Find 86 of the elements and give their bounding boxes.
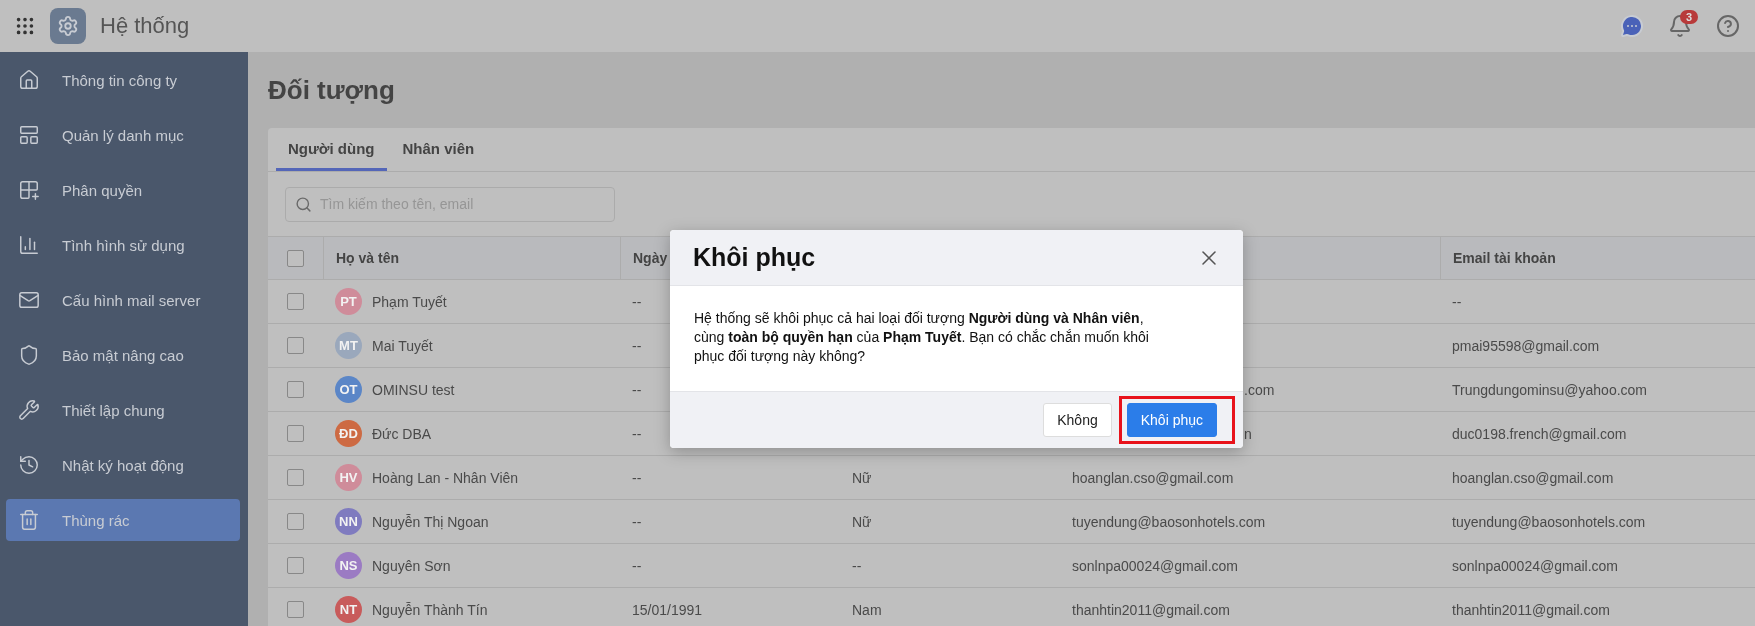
- table-cell: thanhtin2011@gmail.com: [1072, 601, 1230, 618]
- avatar: MT: [335, 332, 362, 359]
- table-cell: Đức DBA: [372, 425, 432, 442]
- column-header[interactable]: Email tài khoản: [1440, 237, 1755, 279]
- avatar: NT: [335, 596, 362, 623]
- table-cell: Trungdungominsu@yahoo.com: [1452, 381, 1648, 398]
- table-cell: sonlnpa00024@gmail.com: [1072, 557, 1238, 574]
- checkbox[interactable]: [287, 557, 304, 574]
- search-icon: [295, 195, 312, 213]
- table-cell: hoanglan.cso@gmail.com: [1452, 469, 1614, 486]
- cancel-button[interactable]: Không: [1043, 403, 1112, 437]
- table-cell: tuyendung@baosonhotels.com: [1072, 513, 1266, 530]
- app-title: Hệ thống: [100, 13, 190, 39]
- sidebar-item[interactable]: Cấu hình mail server: [6, 279, 240, 321]
- layout-icon: [18, 124, 40, 146]
- sidebar-item[interactable]: Quản lý danh mục: [6, 114, 240, 156]
- table-cell: OMINSU test: [372, 381, 455, 398]
- checkbox[interactable]: [287, 601, 304, 618]
- tab[interactable]: Người dùng: [276, 128, 387, 171]
- checkbox[interactable]: [287, 337, 304, 354]
- table-cell: --: [632, 293, 642, 310]
- table-cell: Nguyễn Thành Tín: [372, 601, 488, 618]
- checkbox[interactable]: [287, 381, 304, 398]
- sidebar-item[interactable]: Phân quyền: [6, 169, 240, 211]
- table-cell: --: [632, 337, 642, 354]
- shield-icon: [18, 344, 40, 366]
- grid-plus-icon: [18, 179, 40, 201]
- table-cell: Mai Tuyết: [372, 337, 433, 354]
- avatar: ĐD: [335, 420, 362, 447]
- trash-icon: [18, 509, 40, 531]
- table-cell: pmai95598@gmail.com: [1452, 337, 1600, 354]
- history-icon: [18, 454, 40, 476]
- page-title: Đối tượng: [268, 73, 396, 107]
- checkbox[interactable]: [287, 513, 304, 530]
- table-cell: --: [632, 513, 642, 530]
- table-cell: hoanglan.cso@gmail.com: [1072, 469, 1234, 486]
- avatar: HV: [335, 464, 362, 491]
- avatar: NN: [335, 508, 362, 535]
- table-cell: Nữ: [852, 513, 872, 530]
- table-cell: --: [1452, 293, 1462, 310]
- table-cell: --: [632, 469, 642, 486]
- notification-count: 3: [1680, 10, 1699, 24]
- bar-chart-icon: [18, 234, 40, 256]
- column-header[interactable]: Họ và tên: [323, 237, 620, 279]
- avatar: PT: [335, 288, 362, 315]
- logo-icon: [50, 8, 86, 44]
- table-cell: tuyendung@baosonhotels.com: [1452, 513, 1646, 530]
- dialog-title: Khôi phục: [693, 243, 816, 272]
- help-icon[interactable]: [1716, 14, 1740, 38]
- table-cell: sonlnpa00024@gmail.com: [1452, 557, 1618, 574]
- house-icon: [18, 69, 40, 91]
- table-cell: duc0198.french@gmail.com: [1452, 425, 1627, 442]
- table-cell: --: [632, 557, 642, 574]
- sidebar-item[interactable]: Tình hình sử dụng: [6, 224, 240, 266]
- sidebar-item[interactable]: Thùng rác: [6, 499, 240, 541]
- table-cell: --: [852, 557, 862, 574]
- sidebar-item[interactable]: Thông tin công ty: [6, 59, 240, 101]
- checkbox[interactable]: [287, 293, 304, 310]
- sidebar-item[interactable]: Thiết lập chung: [6, 389, 240, 431]
- checkbox[interactable]: [287, 425, 304, 442]
- tab[interactable]: Nhân viên: [390, 128, 487, 171]
- table-cell: thanhtin2011@gmail.com: [1452, 601, 1610, 618]
- checkbox[interactable]: [287, 249, 304, 267]
- table-cell: 15/01/1991: [632, 601, 703, 618]
- table-cell: Nguyên Sơn: [372, 557, 451, 574]
- apps-grid-icon[interactable]: [14, 15, 36, 37]
- avatar: NS: [335, 552, 362, 579]
- confirm-button[interactable]: Khôi phục: [1126, 403, 1217, 437]
- table-cell: --: [632, 381, 642, 398]
- sidebar-item[interactable]: Bảo mật nâng cao: [6, 334, 240, 376]
- wrench-icon: [18, 399, 40, 421]
- table-cell: Nguyễn Thị Ngoan: [372, 513, 489, 530]
- table-cell: n: [1244, 425, 1252, 442]
- checkbox[interactable]: [287, 469, 304, 486]
- avatar: OT: [335, 376, 362, 403]
- table-cell: Hoàng Lan - Nhân Viên: [372, 469, 519, 486]
- table-cell: Phạm Tuyết: [372, 293, 447, 310]
- dialog-message: Hệ thống sẽ khôi phục cả hai loại đối tượng Người dùng và Nhân viên, cùng toàn bộ quyền hạn của Phạm Tuyết. Bạn có chắc chắn muốn khôi phục đối tượng này không?: [694, 310, 1149, 364]
- mail-icon: [18, 289, 40, 311]
- bell-icon[interactable]: [1668, 14, 1692, 38]
- chat-icon[interactable]: [1620, 14, 1644, 38]
- table-cell: Nữ: [852, 469, 872, 486]
- table-cell: Nam: [852, 601, 882, 618]
- table-cell: .com: [1244, 381, 1275, 398]
- table-cell: --: [632, 425, 642, 442]
- sidebar-item[interactable]: Nhật ký hoạt động: [6, 444, 240, 486]
